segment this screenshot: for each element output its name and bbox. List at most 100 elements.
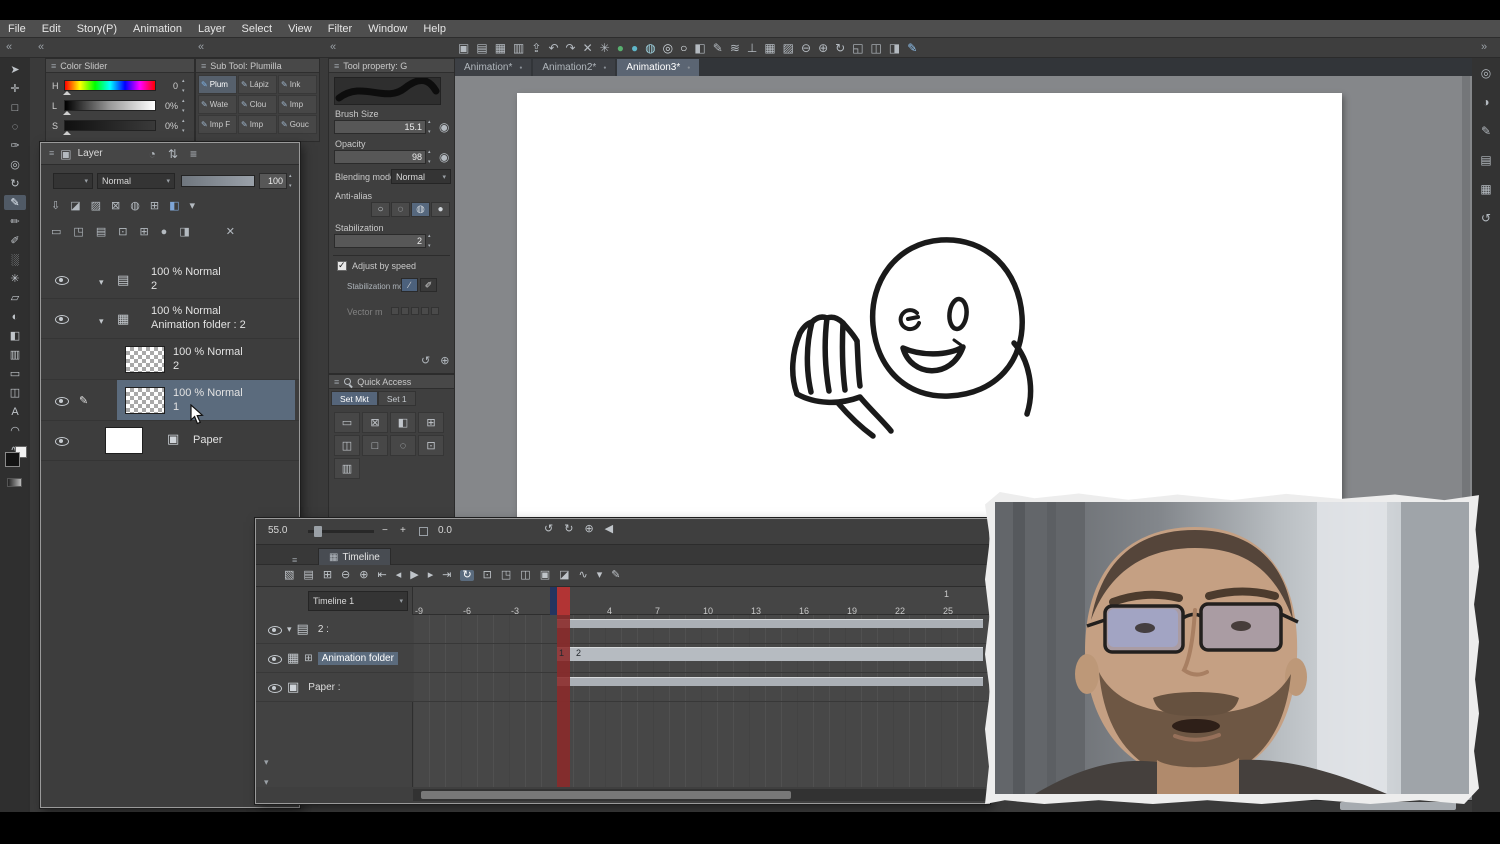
- lock-layer-icon[interactable]: ⊠: [111, 199, 120, 212]
- onion-settings-icon[interactable]: ⊞: [323, 570, 332, 581]
- layer-opacity-value[interactable]: 100: [259, 173, 287, 189]
- brush-size-panel-icon[interactable]: ✎: [1481, 124, 1491, 138]
- lightness-spinner[interactable]: [182, 98, 190, 114]
- lock-transparency-icon[interactable]: ▨: [91, 199, 101, 212]
- go-last-frame-icon[interactable]: ⇥: [442, 570, 451, 581]
- hue-value[interactable]: 0: [154, 81, 178, 91]
- onion-color-icon[interactable]: ◪: [559, 570, 569, 581]
- blend-through-icon[interactable]: ⇩: [51, 199, 60, 212]
- track-visibility-eye-icon[interactable]: [268, 652, 282, 665]
- panel-menu-icon[interactable]: [49, 148, 54, 159]
- lightness-slider[interactable]: [63, 100, 156, 115]
- opacity-source-icon[interactable]: ◉: [439, 151, 449, 163]
- pen-tool-icon[interactable]: ✎: [4, 195, 26, 210]
- stabilization-line-icon[interactable]: ∕: [401, 278, 418, 292]
- snap-ruler-icon[interactable]: ⊥: [747, 42, 757, 54]
- layer-color-dropdown-icon[interactable]: ▾: [189, 199, 195, 212]
- timeline-tab[interactable]: Timeline: [318, 548, 391, 565]
- visibility-eye-icon[interactable]: [55, 394, 69, 407]
- scroll-down-icon[interactable]: ▾: [264, 777, 269, 788]
- workspace-icon[interactable]: ▣: [458, 42, 469, 54]
- tab-animation-3[interactable]: Animation3*: [617, 59, 700, 76]
- menu-item[interactable]: File: [0, 20, 34, 37]
- panel-menu-icon[interactable]: [201, 61, 206, 71]
- dual-pane-icon[interactable]: ◨: [889, 42, 900, 54]
- collapse-panel-icon[interactable]: «: [38, 41, 44, 53]
- timeline-clip-bar[interactable]: [557, 619, 983, 628]
- panel-menu-icon[interactable]: [334, 377, 339, 387]
- prev-frame-icon[interactable]: ◂: [396, 570, 402, 581]
- visibility-eye-icon[interactable]: [55, 312, 69, 325]
- timeline-menu-icon[interactable]: ▧: [284, 570, 294, 581]
- stabilization-brush-icon[interactable]: ✐: [420, 278, 437, 292]
- zoom-out-icon[interactable]: ⊖: [341, 570, 350, 581]
- loop-playback-icon[interactable]: ↻: [460, 570, 474, 581]
- play-icon[interactable]: ▶: [410, 570, 418, 581]
- zoom-in-icon[interactable]: ⊕: [818, 42, 828, 54]
- layer-subname[interactable]: 2: [151, 279, 221, 293]
- figure-tool-icon[interactable]: ▭: [4, 366, 26, 381]
- navigator-icon[interactable]: ◎: [1481, 66, 1491, 80]
- zoom-out-icon[interactable]: ⊖: [801, 42, 811, 54]
- aa-none-icon[interactable]: ○: [371, 202, 390, 217]
- vector-width-option[interactable]: [431, 307, 439, 315]
- qa-copy-icon[interactable]: ⊡: [418, 435, 444, 456]
- layer-thumbnail[interactable]: [125, 346, 165, 373]
- rotate-tool-icon[interactable]: ↻: [4, 176, 26, 191]
- track-visibility-eye-icon[interactable]: [268, 623, 282, 636]
- next-frame-icon[interactable]: ▸: [428, 570, 434, 581]
- opacity-spinner[interactable]: [428, 149, 436, 165]
- blend-tool-icon[interactable]: ◐: [4, 309, 26, 324]
- vector-width-option[interactable]: [411, 307, 419, 315]
- zoom-tool-icon[interactable]: ◎: [4, 157, 26, 172]
- track-name[interactable]: Paper :: [304, 681, 344, 694]
- circle-state-icon[interactable]: ◎: [663, 42, 673, 54]
- clip-to-layer-icon[interactable]: ◪: [70, 199, 80, 212]
- layer-name[interactable]: 100 % Normal: [151, 304, 246, 318]
- flip-view-icon[interactable]: ◧: [694, 42, 705, 54]
- register-settings-icon[interactable]: ⊕: [440, 354, 449, 367]
- new-folder-icon[interactable]: ▤: [96, 225, 106, 238]
- blend-mode-dropdown[interactable]: Normal: [97, 173, 175, 189]
- layer-row-folder-2[interactable]: 100 % Normal 2: [41, 261, 299, 299]
- layer-subname[interactable]: 2: [173, 359, 243, 373]
- open-icon[interactable]: ▤: [476, 42, 487, 54]
- auto-select-tool-icon[interactable]: ◌: [4, 119, 26, 134]
- add-keyframe-icon[interactable]: ⊕: [584, 524, 593, 535]
- pencil-tool-icon[interactable]: ✏: [4, 214, 26, 229]
- layer-subname[interactable]: 1: [173, 400, 243, 414]
- subtool-imp-f[interactable]: Imp F: [198, 115, 237, 134]
- history-icon[interactable]: ↺: [1481, 211, 1491, 225]
- panel-menu-icon[interactable]: [51, 61, 56, 71]
- timeline-zoom-value[interactable]: 55.0: [268, 525, 287, 536]
- subtool-lapiz[interactable]: Lápiz: [238, 75, 277, 94]
- cel-number[interactable]: 1: [559, 648, 564, 658]
- airbrush-tool-icon[interactable]: ░: [4, 252, 26, 267]
- merge-down-icon[interactable]: ●: [161, 226, 168, 238]
- zoom-in-icon[interactable]: ⊕: [359, 570, 368, 581]
- hue-spinner[interactable]: [182, 78, 190, 94]
- cloud-sync-icon[interactable]: ≋: [730, 42, 740, 54]
- saturation-value[interactable]: 0%: [154, 121, 178, 131]
- tab-animation-1[interactable]: Animation*: [455, 59, 532, 76]
- material-icon[interactable]: ▨: [783, 42, 794, 54]
- qa-select-icon[interactable]: □: [362, 435, 388, 456]
- new-raster-layer-icon[interactable]: ▭: [51, 225, 61, 238]
- layer-dock-icon[interactable]: ⇅: [168, 148, 178, 160]
- blending-mode-dropdown[interactable]: Normal: [391, 169, 451, 184]
- undo-icon[interactable]: ↺: [544, 524, 553, 535]
- white-circle-icon[interactable]: ○: [680, 42, 687, 54]
- brush-tool-icon[interactable]: ✐: [4, 233, 26, 248]
- layer-name[interactable]: 100 % Normal: [173, 386, 243, 400]
- menu-item[interactable]: Window: [360, 20, 415, 37]
- timeline-scrollbar-thumb[interactable]: [421, 791, 791, 799]
- track-edit-icon[interactable]: ∿: [579, 570, 588, 581]
- playhead-marker[interactable]: [557, 587, 570, 615]
- brush-size-source-icon[interactable]: ◉: [439, 121, 449, 133]
- menu-item[interactable]: Help: [415, 20, 454, 37]
- cel-number[interactable]: 2: [576, 648, 581, 658]
- visibility-eye-icon[interactable]: [55, 273, 69, 286]
- frame-border-tool-icon[interactable]: ◫: [4, 385, 26, 400]
- subtool-imp-1[interactable]: Imp: [278, 95, 317, 114]
- layer-row-animation-folder[interactable]: 100 % Normal Animation folder : 2: [41, 299, 299, 339]
